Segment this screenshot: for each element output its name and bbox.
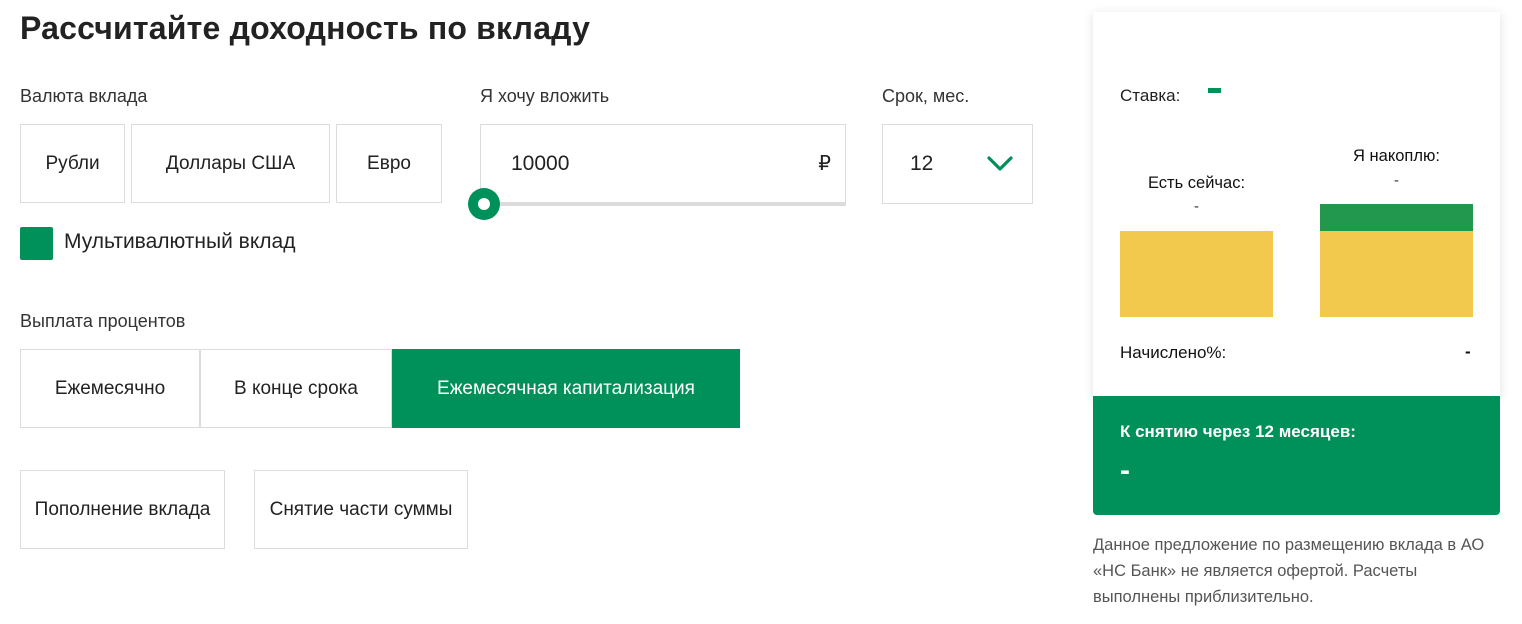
currency-option-rub[interactable]: Рубли	[20, 124, 125, 203]
multicurrency-label: Мультивалютный вклад	[64, 230, 296, 253]
withdraw-panel	[1093, 396, 1500, 515]
term-value: 12	[910, 152, 934, 175]
amount-input[interactable]: 10000 ₽	[480, 124, 846, 203]
amount-value: 10000	[511, 151, 570, 175]
multicurrency-checkbox[interactable]	[20, 227, 53, 260]
term-label: Срок, мес.	[882, 86, 970, 106]
withdraw-label: К снятию через 12 месяцев:	[1120, 422, 1356, 441]
chevron-down-icon	[986, 155, 1014, 173]
slider-handle-center	[478, 198, 490, 210]
disclaimer-text: Данное предложение по размещению вклада …	[1093, 536, 1485, 606]
withdraw-value: -	[1120, 454, 1130, 487]
currency-option-usd[interactable]: Доллары США	[131, 124, 330, 203]
accrued-label: Начислено%:	[1120, 343, 1227, 362]
currency-label: Валюта вклада	[20, 86, 148, 106]
will-have-label: Я накоплю:	[1353, 147, 1440, 165]
page-title: Рассчитайте доходность по вкладу	[20, 10, 591, 46]
payout-option-monthly[interactable]: Ежемесячно	[20, 349, 200, 428]
now-label: Есть сейчас:	[1147, 174, 1246, 192]
interest-bar	[1320, 204, 1473, 231]
accrued-value: -	[1465, 342, 1471, 361]
now-bar	[1120, 231, 1273, 317]
will-have-value: -	[1394, 172, 1399, 189]
amount-slider-track[interactable]	[484, 202, 846, 206]
rate-label: Ставка:	[1120, 86, 1181, 105]
ruble-sign: ₽	[818, 153, 831, 175]
rate-value-dash	[1208, 88, 1221, 93]
topup-option-button[interactable]: Пополнение вклада	[20, 470, 225, 549]
partial-withdrawal-option-button[interactable]: Снятие части суммы	[254, 470, 468, 549]
payout-option-end-of-term[interactable]: В конце срока	[200, 349, 392, 428]
payout-label: Выплата процентов	[20, 311, 186, 331]
now-value: -	[1194, 198, 1199, 215]
amount-label: Я хочу вложить	[480, 86, 610, 106]
amount-slider-handle[interactable]	[468, 188, 500, 220]
payout-option-capitalization[interactable]: Ежемесячная капитализация	[392, 349, 740, 428]
currency-option-eur[interactable]: Евро	[336, 124, 442, 203]
term-select[interactable]: 12	[882, 124, 1033, 204]
will-have-bar	[1320, 231, 1473, 317]
